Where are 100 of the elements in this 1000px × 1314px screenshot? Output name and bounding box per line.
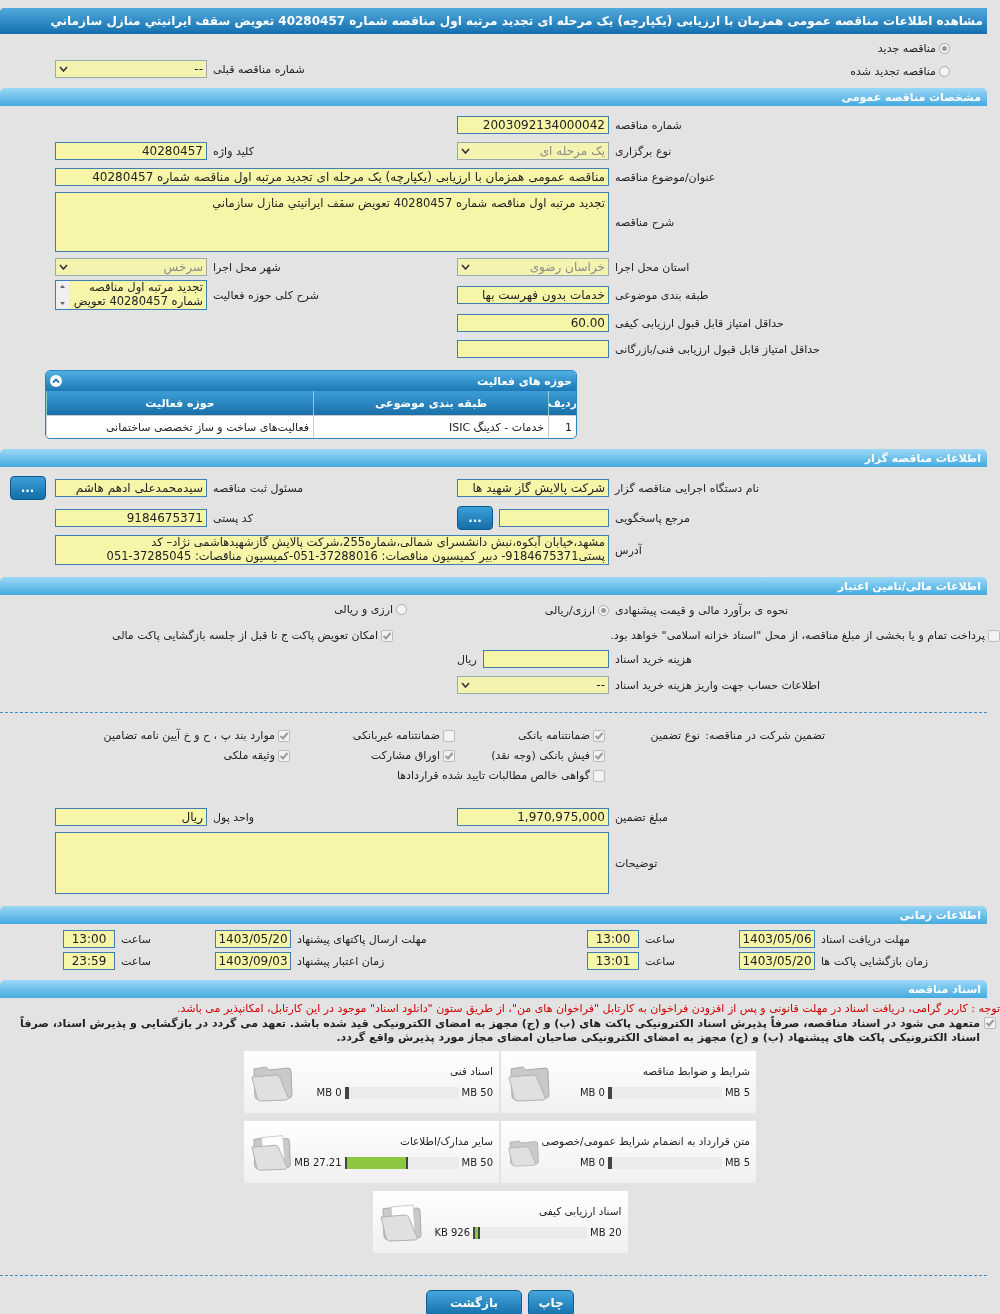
checkbox-label: امکان تعویض پاکت ج تا قبل از جلسه بازگشایی پاکت مالی <box>112 629 378 642</box>
radio-button[interactable] <box>939 66 950 77</box>
text-field[interactable] <box>457 340 609 358</box>
time-field[interactable]: 13:01 <box>587 952 639 970</box>
field-label: مهلت ارسال پاکتهای پیشنهاد <box>296 932 428 946</box>
text-field[interactable]: 60.00 <box>457 314 609 332</box>
radio-label: مناقصه تجدید شده <box>850 65 936 78</box>
size-limit: 50 MB <box>461 1157 493 1168</box>
file-title: سایر مدارک/اطلاعات <box>399 1134 493 1147</box>
field-label: زمان اعتبار پیشنهاد <box>296 954 386 968</box>
text-field[interactable]: سیدمحمدعلی ادهم هاشم <box>55 479 207 497</box>
checkbox-label: ضمانتنامه بانکی <box>517 729 590 742</box>
size-used: 926 KB <box>434 1227 471 1238</box>
field-label: مسئول ثبت مناقصه <box>212 481 305 495</box>
field-label: حداقل امتیاز قابل قبول ارزیابی فنی/بازرگانی <box>614 342 821 356</box>
text-field[interactable]: 9184675371 <box>55 509 207 527</box>
checkbox[interactable] <box>988 629 1000 642</box>
file-title: شرایط و ضوابط مناقصه <box>641 1064 750 1077</box>
date-field[interactable]: 1403/09/03 <box>215 952 291 970</box>
field-label: هزینه خرید اسناد <box>614 652 693 666</box>
field-label: شماره مناقصه قبلی <box>212 62 306 76</box>
text-field[interactable]: مناقصه عمومی همزمان با ارزیابی (یکپارچه) یک مرحله ای تجدید مرتبه اول مناقصه شماره 40280457 <box>55 168 609 186</box>
field-label: ساعت <box>644 932 676 946</box>
notice-text: توجه : کاربر گرامی، دریافت اسناد در مهلت قانونی و پس از افزودن فراخوان به کارتابل "فراخوان های من"، از طریق ستون "دانلود اسناد" موجود در این کارتابل، امکانپذیر می باشد. <box>175 1001 1000 1015</box>
radio-label: مناقصه جدید <box>877 42 936 55</box>
section-header: اسناد مناقصه <box>0 980 987 998</box>
section-header: اطلاعات مالی/تامین اعتبار <box>0 577 987 595</box>
size-limit: 20 MB <box>590 1227 622 1238</box>
text-field[interactable]: 40280457 <box>55 142 207 160</box>
checkbox[interactable] <box>593 749 605 762</box>
date-field[interactable]: 1403/05/20 <box>215 930 291 948</box>
dropdown[interactable]: -- <box>457 676 609 694</box>
file-title: متن قرارداد به انضمام شرایط عمومی/خصوصی <box>541 1134 750 1147</box>
dropdown[interactable]: -- <box>55 60 207 78</box>
print-button[interactable]: چاپ <box>528 1289 574 1314</box>
section-header: مشخصات مناقصه عمومی <box>0 88 987 106</box>
time-field[interactable]: 13:00 <box>587 930 639 948</box>
text-field[interactable] <box>499 509 609 527</box>
checkbox-label: گواهی خالص مطالبات تایید شده قراردادها <box>396 769 590 782</box>
checkbox[interactable] <box>984 1017 996 1029</box>
text-field[interactable]: ریال <box>55 808 207 826</box>
radio-button[interactable] <box>396 603 407 615</box>
file-title: اسناد ارزیابی کیفی <box>537 1204 622 1217</box>
date-field[interactable]: 1403/05/20 <box>739 952 815 970</box>
text-field[interactable]: 2003092134000042 <box>457 116 609 134</box>
column-header: طبقه بندی موضوعی <box>313 391 548 415</box>
checkbox[interactable] <box>593 769 605 782</box>
size-limit: 5 MB <box>724 1087 750 1098</box>
field-label: آدرس <box>614 543 643 557</box>
checkbox[interactable] <box>443 729 455 742</box>
checkbox-label: فیش بانکی (وجه نقد) <box>491 749 590 762</box>
field-label: عنوان/موضوع مناقصه <box>614 170 717 184</box>
field-label: شرح کلی حوزه فعالیت <box>212 288 320 302</box>
file-title: اسناد فنی <box>448 1064 493 1077</box>
size-limit: 50 MB <box>461 1087 493 1098</box>
field-label: شرح مناقصه <box>614 215 676 229</box>
date-field[interactable]: 1403/05/06 <box>739 930 815 948</box>
size-limit: 5 MB <box>724 1157 750 1168</box>
table-cell: فعالیت‌های ساخت و ساز تخصصی ساختمانی <box>46 415 313 438</box>
text-field[interactable]: 1,970,975,000 <box>457 808 609 826</box>
checkbox[interactable] <box>593 729 605 742</box>
caret-icon <box>461 148 470 154</box>
field-label: توضیحات <box>614 856 659 870</box>
checkbox-label: ضمانتنامه غیربانکی <box>352 729 440 742</box>
text-area[interactable]: تجدید مرتبه اول مناقصه شماره 40280457 تعویض سقف ایرانیتي منازل سازماني <box>55 192 609 252</box>
text-area[interactable]: مشهد،خیابان آبکوه،نبش دانشسرای شمالی،شماره255،شرکت پالایش گازشهیدهاشمی نژاد– کد پستی9184675371- دبیر کمیسیون مناقصات: 37288016-051-کمیسیون مناقصات: 37285045-051 <box>55 535 609 565</box>
back-button[interactable]: بازگشت <box>426 1289 522 1314</box>
checkbox[interactable] <box>278 729 290 742</box>
column-header: حوزه فعالیت <box>46 391 313 415</box>
radio-label: ارزی و ریالی <box>334 602 393 616</box>
collapse-icon[interactable] <box>50 375 62 387</box>
field-label: استان محل اجرا <box>614 260 691 274</box>
text-area[interactable]: تجدید مرتبه اول مناقصه شماره 40280457 تعویض <box>55 280 207 310</box>
text-field[interactable] <box>482 650 609 668</box>
checkbox[interactable] <box>381 629 393 642</box>
field-label: کد پستی <box>212 511 254 525</box>
checkbox-label: پرداخت تمام و یا بخشی از مبلغ مناقصه، از محل "اسناد خزانه اسلامی" خواهد بود. <box>610 629 985 642</box>
text-area[interactable] <box>55 832 609 894</box>
text-field[interactable]: شرکت پالایش گاز شهید ها <box>457 479 609 497</box>
time-field[interactable]: 23:59 <box>63 952 115 970</box>
size-used: 0 MB <box>579 1087 605 1098</box>
radio-button[interactable] <box>598 605 609 616</box>
text-field[interactable]: خدمات بدون فهرست بها <box>457 286 609 304</box>
checkbox[interactable] <box>443 749 455 762</box>
section-header: اطلاعات زمانی <box>0 906 987 924</box>
field-label: کلید واژه <box>212 144 255 158</box>
radio-label: ارزی/ریالی <box>544 604 595 617</box>
time-field[interactable]: 13:00 <box>63 930 115 948</box>
browse-button[interactable]: ... <box>457 506 493 530</box>
field-label: واحد پول <box>212 810 256 824</box>
unit-label: ریال <box>457 652 477 666</box>
radio-button[interactable] <box>939 43 950 54</box>
caret-icon <box>461 264 470 270</box>
field-label: نوع برگزاری <box>614 144 673 158</box>
field-label: اطلاعات حساب جهت واریز هزینه خرید اسناد <box>614 678 822 692</box>
page-title: مشاهده اطلاعات مناقصه عمومی همزمان با ارزیابی (یکپارچه) یک مرحله ای تجدید مرتبه اول مناقصه شماره 40280457 تعویض سقف ایرانیتي منازل سازماني <box>0 8 987 34</box>
checkbox[interactable] <box>278 749 290 762</box>
browse-button[interactable]: ... <box>9 476 46 500</box>
field-label: ساعت <box>120 932 152 946</box>
field-label: شماره مناقصه <box>614 118 683 132</box>
